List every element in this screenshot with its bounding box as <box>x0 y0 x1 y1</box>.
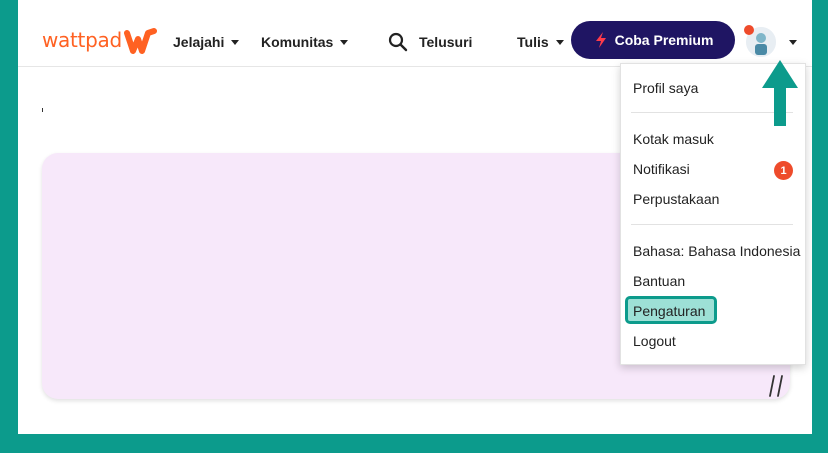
menu-item-settings[interactable]: Pengaturan <box>633 302 705 320</box>
nav-community[interactable]: Komunitas <box>261 34 349 50</box>
menu-divider <box>631 224 793 225</box>
chevron-down-icon <box>340 39 349 45</box>
nav-explore[interactable]: Jelajahi <box>173 34 240 50</box>
resize-handle-icon[interactable] <box>766 372 788 400</box>
menu-item-language[interactable]: Bahasa: Bahasa Indonesia <box>633 242 800 260</box>
nav-search-label: Telusuri <box>419 34 473 50</box>
page-marker <box>42 108 43 112</box>
menu-item-library[interactable]: Perpustakaan <box>633 190 719 208</box>
menu-item-logout[interactable]: Logout <box>633 332 676 350</box>
up-arrow-annotation-icon <box>762 60 798 126</box>
nav-write-label: Tulis <box>517 34 549 50</box>
menu-item-inbox[interactable]: Kotak masuk <box>633 130 714 148</box>
top-navbar: wattpad Jelajahi Komunitas Telusuri Tuli… <box>18 0 812 67</box>
wattpad-w-logo-icon[interactable] <box>124 27 160 55</box>
nav-write[interactable]: Tulis <box>517 34 564 50</box>
nav-search[interactable]: Telusuri <box>419 34 472 50</box>
notification-dot <box>744 25 754 35</box>
browser-frame: wattpad Jelajahi Komunitas Telusuri Tuli… <box>18 0 812 434</box>
menu-item-help[interactable]: Bantuan <box>633 272 685 290</box>
chevron-down-icon <box>231 39 240 45</box>
search-icon[interactable] <box>388 32 408 52</box>
chevron-down-icon <box>555 39 564 45</box>
try-premium-button[interactable]: Coba Premium <box>571 21 735 59</box>
lightning-icon <box>595 32 606 48</box>
notification-badge: 1 <box>774 161 793 180</box>
menu-item-notifications[interactable]: Notifikasi <box>633 160 690 178</box>
nav-explore-label: Jelajahi <box>173 34 225 50</box>
chevron-down-icon[interactable] <box>789 40 797 45</box>
nav-community-label: Komunitas <box>261 34 334 50</box>
wattpad-logo[interactable]: wattpad <box>42 28 122 52</box>
premium-label: Coba Premium <box>614 32 714 48</box>
menu-item-profile[interactable]: Profil saya <box>633 79 698 97</box>
